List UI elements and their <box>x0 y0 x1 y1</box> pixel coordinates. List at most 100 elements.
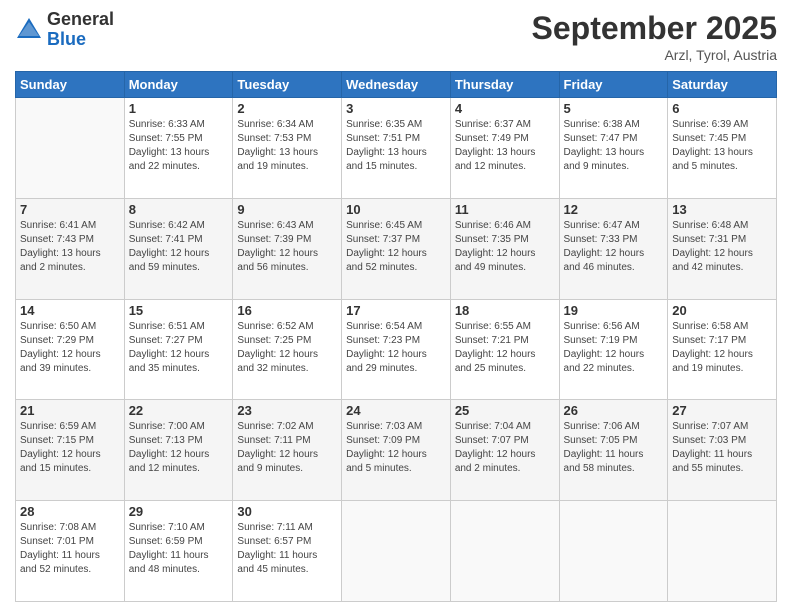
day-info: Sunrise: 7:07 AM Sunset: 7:03 PM Dayligh… <box>672 420 772 476</box>
day-number: 18 <box>455 303 555 318</box>
logo: General Blue <box>15 10 114 50</box>
calendar-cell: 28Sunrise: 7:08 AM Sunset: 7:01 PM Dayli… <box>16 501 125 602</box>
day-info: Sunrise: 6:42 AM Sunset: 7:41 PM Dayligh… <box>129 219 229 275</box>
day-number: 9 <box>237 202 337 217</box>
calendar-cell: 19 Sunrise: 6:56 AM Sunset: 7:19 PM Dayli… <box>559 299 668 400</box>
day-number: 20 <box>672 303 772 318</box>
day-number: 28 <box>20 504 120 519</box>
day-number: 7 <box>20 202 120 217</box>
calendar-cell: 20 Sunrise: 6:58 AM Sunset: 7:17 PM Dayli… <box>668 299 777 400</box>
calendar-week-row: 14 Sunrise: 6:50 AM Sunset: 7:29 PM Dayli… <box>16 299 777 400</box>
day-info: Sunrise: 6:46 AM Sunset: 7:35 PM Dayligh… <box>455 219 555 275</box>
day-number: 2 <box>237 101 337 116</box>
day-info: Sunrise: 6:58 AM Sunset: 7:17 PM Dayligh… <box>672 320 772 376</box>
day-number: 27 <box>672 403 772 418</box>
day-info: Sunrise: 6:54 AM Sunset: 7:23 PM Dayligh… <box>346 320 446 376</box>
day-number: 26 <box>564 403 664 418</box>
day-info: Sunrise: 6:50 AM Sunset: 7:29 PM Dayligh… <box>20 320 120 376</box>
day-info: Sunrise: 7:02 AM Sunset: 7:11 PM Dayligh… <box>237 420 337 476</box>
day-number: 1 <box>129 101 229 116</box>
day-info: Sunrise: 6:48 AM Sunset: 7:31 PM Dayligh… <box>672 219 772 275</box>
day-info: Sunrise: 6:34 AM Sunset: 7:53 PM Dayligh… <box>237 118 337 174</box>
logo-blue: Blue <box>47 30 114 50</box>
calendar-cell: 23 Sunrise: 7:02 AM Sunset: 7:11 PM Dayli… <box>233 400 342 501</box>
calendar-week-row: 28Sunrise: 7:08 AM Sunset: 7:01 PM Dayli… <box>16 501 777 602</box>
day-number: 5 <box>564 101 664 116</box>
calendar-cell <box>450 501 559 602</box>
calendar-cell: 27 Sunrise: 7:07 AM Sunset: 7:03 PM Dayli… <box>668 400 777 501</box>
calendar-cell: 24Sunrise: 7:03 AM Sunset: 7:09 PM Dayli… <box>342 400 451 501</box>
calendar-cell: 10 Sunrise: 6:45 AM Sunset: 7:37 PM Dayli… <box>342 198 451 299</box>
day-info: Sunrise: 7:11 AM Sunset: 6:57 PM Dayligh… <box>237 521 337 577</box>
logo-general: General <box>47 10 114 30</box>
day-number: 8 <box>129 202 229 217</box>
day-number: 6 <box>672 101 772 116</box>
day-number: 23 <box>237 403 337 418</box>
day-info: Sunrise: 6:33 AM Sunset: 7:55 PM Dayligh… <box>129 118 229 174</box>
calendar-week-row: 7Sunrise: 6:41 AM Sunset: 7:43 PM Daylig… <box>16 198 777 299</box>
calendar-cell: 1 Sunrise: 6:33 AM Sunset: 7:55 PM Daylig… <box>124 98 233 199</box>
day-info: Sunrise: 6:56 AM Sunset: 7:19 PM Dayligh… <box>564 320 664 376</box>
location: Arzl, Tyrol, Austria <box>532 47 777 63</box>
calendar-cell <box>342 501 451 602</box>
calendar-cell: 2 Sunrise: 6:34 AM Sunset: 7:53 PM Daylig… <box>233 98 342 199</box>
weekday-header-sunday: Sunday <box>16 72 125 98</box>
logo-icon <box>15 16 43 44</box>
day-number: 4 <box>455 101 555 116</box>
day-number: 29 <box>129 504 229 519</box>
day-number: 21 <box>20 403 120 418</box>
day-number: 25 <box>455 403 555 418</box>
day-number: 10 <box>346 202 446 217</box>
calendar-cell: 5 Sunrise: 6:38 AM Sunset: 7:47 PM Daylig… <box>559 98 668 199</box>
weekday-header-saturday: Saturday <box>668 72 777 98</box>
day-number: 13 <box>672 202 772 217</box>
day-info: Sunrise: 6:45 AM Sunset: 7:37 PM Dayligh… <box>346 219 446 275</box>
page-header: General Blue September 2025 Arzl, Tyrol,… <box>15 10 777 63</box>
day-number: 14 <box>20 303 120 318</box>
day-info: Sunrise: 7:04 AM Sunset: 7:07 PM Dayligh… <box>455 420 555 476</box>
day-info: Sunrise: 7:00 AM Sunset: 7:13 PM Dayligh… <box>129 420 229 476</box>
month-title: September 2025 <box>532 10 777 47</box>
weekday-header-row: SundayMondayTuesdayWednesdayThursdayFrid… <box>16 72 777 98</box>
day-info: Sunrise: 6:51 AM Sunset: 7:27 PM Dayligh… <box>129 320 229 376</box>
weekday-header-monday: Monday <box>124 72 233 98</box>
day-info: Sunrise: 7:06 AM Sunset: 7:05 PM Dayligh… <box>564 420 664 476</box>
day-number: 17 <box>346 303 446 318</box>
day-number: 12 <box>564 202 664 217</box>
calendar-week-row: 21 Sunrise: 6:59 AM Sunset: 7:15 PM Dayli… <box>16 400 777 501</box>
calendar-week-row: 1 Sunrise: 6:33 AM Sunset: 7:55 PM Daylig… <box>16 98 777 199</box>
day-info: Sunrise: 7:10 AM Sunset: 6:59 PM Dayligh… <box>129 521 229 577</box>
weekday-header-wednesday: Wednesday <box>342 72 451 98</box>
calendar-cell: 7Sunrise: 6:41 AM Sunset: 7:43 PM Daylig… <box>16 198 125 299</box>
title-area: September 2025 Arzl, Tyrol, Austria <box>532 10 777 63</box>
calendar-cell: 22 Sunrise: 7:00 AM Sunset: 7:13 PM Dayli… <box>124 400 233 501</box>
calendar-cell: 15 Sunrise: 6:51 AM Sunset: 7:27 PM Dayli… <box>124 299 233 400</box>
day-info: Sunrise: 6:38 AM Sunset: 7:47 PM Dayligh… <box>564 118 664 174</box>
calendar-cell: 6 Sunrise: 6:39 AM Sunset: 7:45 PM Daylig… <box>668 98 777 199</box>
logo-text: General Blue <box>47 10 114 50</box>
calendar-cell: 8 Sunrise: 6:42 AM Sunset: 7:41 PM Daylig… <box>124 198 233 299</box>
calendar-cell: 26 Sunrise: 7:06 AM Sunset: 7:05 PM Dayli… <box>559 400 668 501</box>
day-info: Sunrise: 6:55 AM Sunset: 7:21 PM Dayligh… <box>455 320 555 376</box>
day-info: Sunrise: 6:39 AM Sunset: 7:45 PM Dayligh… <box>672 118 772 174</box>
day-info: Sunrise: 6:47 AM Sunset: 7:33 PM Dayligh… <box>564 219 664 275</box>
weekday-header-friday: Friday <box>559 72 668 98</box>
calendar-cell: 25 Sunrise: 7:04 AM Sunset: 7:07 PM Dayli… <box>450 400 559 501</box>
calendar-cell: 9 Sunrise: 6:43 AM Sunset: 7:39 PM Daylig… <box>233 198 342 299</box>
calendar-cell: 21 Sunrise: 6:59 AM Sunset: 7:15 PM Dayli… <box>16 400 125 501</box>
day-number: 22 <box>129 403 229 418</box>
calendar-page: General Blue September 2025 Arzl, Tyrol,… <box>0 0 792 612</box>
day-info: Sunrise: 6:35 AM Sunset: 7:51 PM Dayligh… <box>346 118 446 174</box>
calendar-cell: 30Sunrise: 7:11 AM Sunset: 6:57 PM Dayli… <box>233 501 342 602</box>
calendar-table: SundayMondayTuesdayWednesdayThursdayFrid… <box>15 71 777 602</box>
weekday-header-thursday: Thursday <box>450 72 559 98</box>
day-number: 19 <box>564 303 664 318</box>
day-number: 15 <box>129 303 229 318</box>
day-info: Sunrise: 6:43 AM Sunset: 7:39 PM Dayligh… <box>237 219 337 275</box>
day-number: 16 <box>237 303 337 318</box>
calendar-cell: 18 Sunrise: 6:55 AM Sunset: 7:21 PM Dayli… <box>450 299 559 400</box>
day-info: Sunrise: 6:59 AM Sunset: 7:15 PM Dayligh… <box>20 420 120 476</box>
weekday-header-tuesday: Tuesday <box>233 72 342 98</box>
calendar-cell: 14 Sunrise: 6:50 AM Sunset: 7:29 PM Dayli… <box>16 299 125 400</box>
calendar-cell <box>668 501 777 602</box>
